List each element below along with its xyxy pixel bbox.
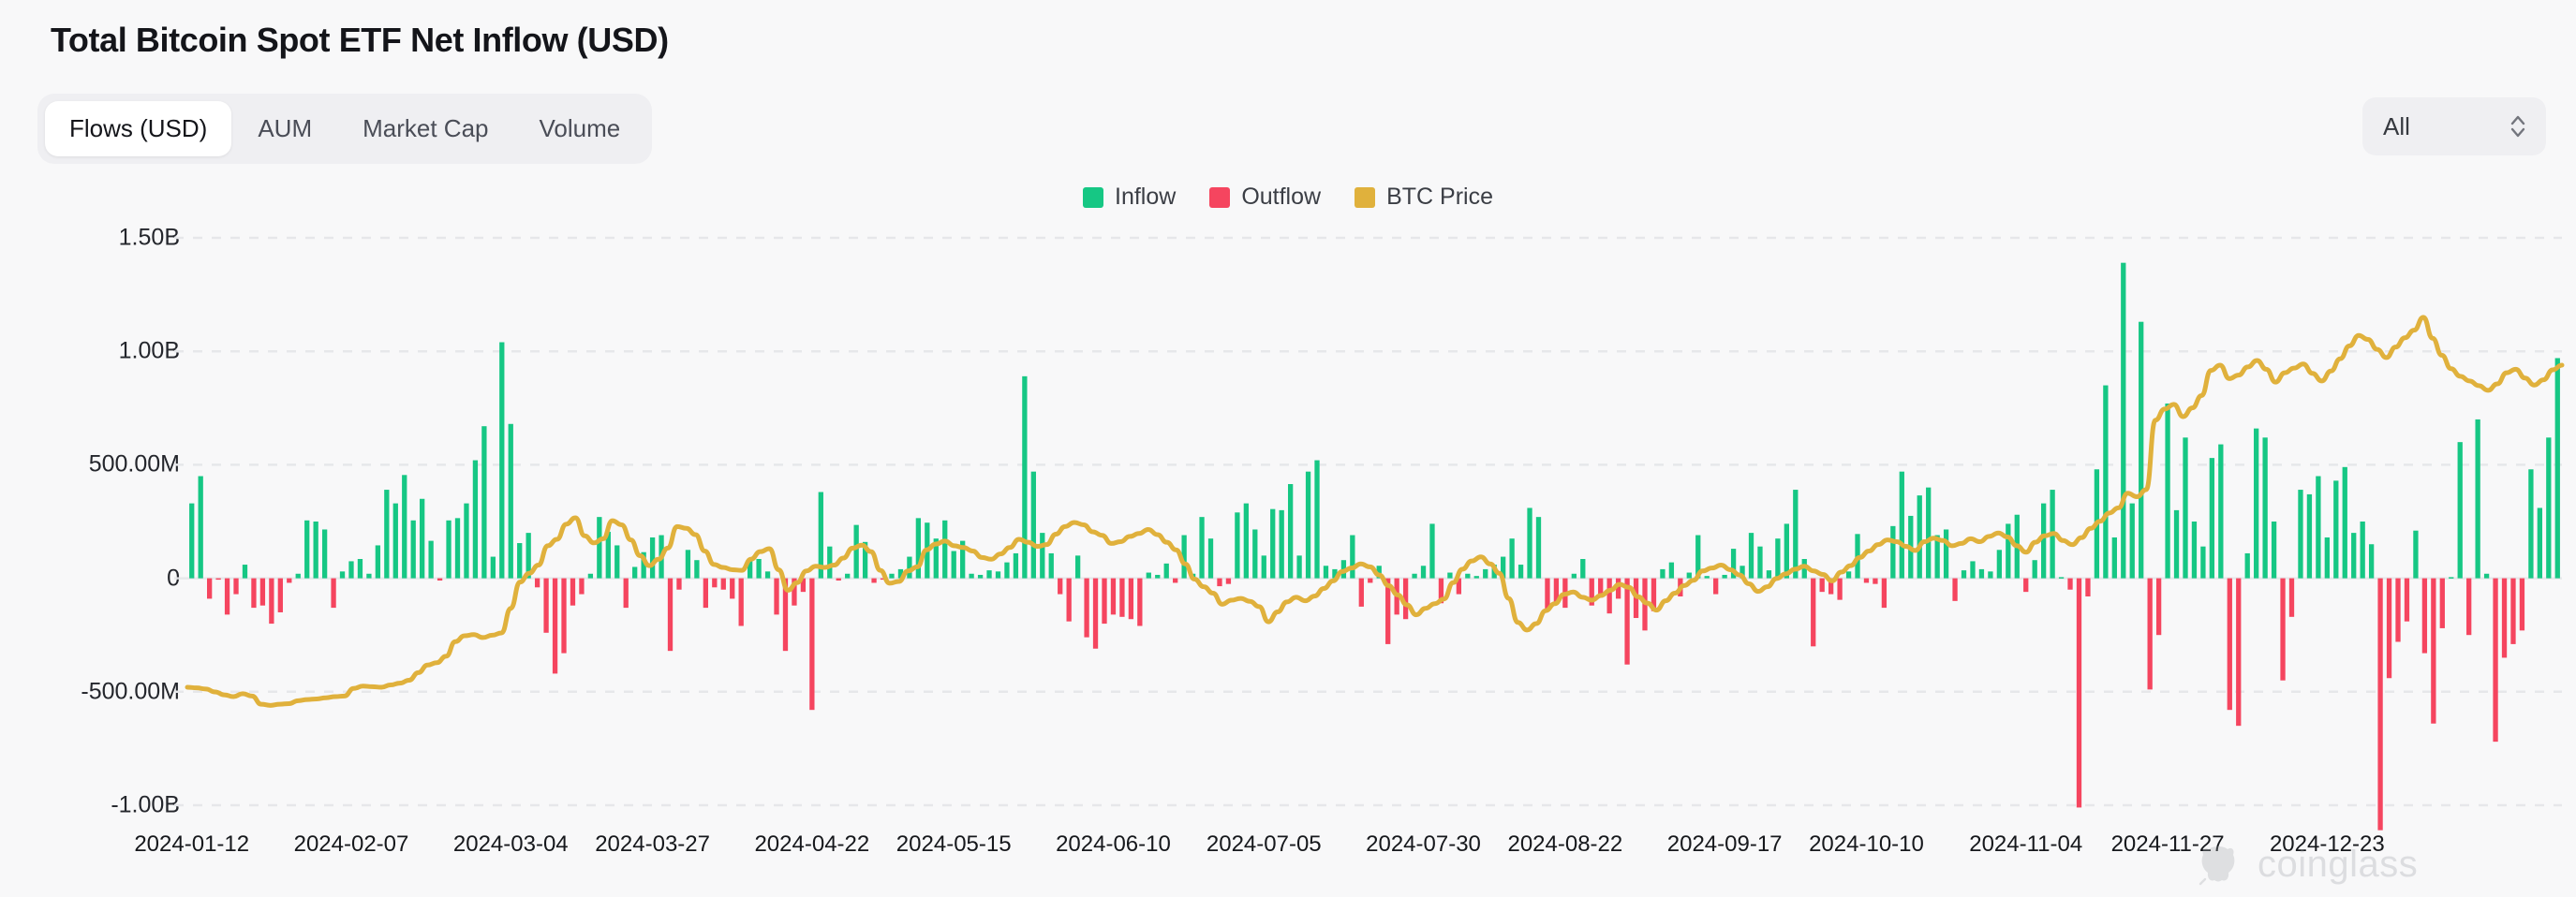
tab-volume[interactable]: Volume	[515, 101, 645, 156]
x-axis-tick-label: 2024-12-23	[2270, 831, 2385, 858]
x-axis-tick-label: 2024-11-27	[2111, 831, 2225, 858]
legend-item-outflow[interactable]: Outflow	[1209, 184, 1321, 211]
x-axis-tick-label: 2024-08-22	[1507, 831, 1622, 858]
btc-price-swatch-icon	[1355, 187, 1375, 208]
legend-label-btc-price: BTC Price	[1386, 184, 1493, 211]
legend-item-btc-price[interactable]: BTC Price	[1355, 184, 1493, 211]
x-axis-tick-label: 2024-07-30	[1366, 831, 1481, 858]
tab-flows-usd[interactable]: Flows (USD)	[45, 101, 231, 156]
tab-aum[interactable]: AUM	[233, 101, 336, 156]
x-axis-tick-label: 2024-05-15	[896, 831, 1012, 858]
x-axis-tick-label: 2024-07-05	[1207, 831, 1322, 858]
legend-item-inflow[interactable]: Inflow	[1083, 184, 1176, 211]
x-axis-tick-label: 2024-03-04	[453, 831, 569, 858]
x-axis-tick-label: 2024-09-17	[1667, 831, 1783, 858]
chart-legend: Inflow Outflow BTC Price	[0, 184, 2576, 211]
page-title: Total Bitcoin Spot ETF Net Inflow (USD)	[51, 21, 669, 60]
x-axis-tick-label: 2024-02-07	[294, 831, 409, 858]
x-axis-labels: 2024-01-122024-02-072024-03-042024-03-27…	[187, 831, 2557, 878]
x-axis-tick-label: 2024-11-04	[1969, 831, 2082, 858]
time-range-value: All	[2383, 112, 2410, 141]
etf-flows-chart-page: Total Bitcoin Spot ETF Net Inflow (USD) …	[0, 0, 2576, 897]
x-axis-tick-label: 2024-06-10	[1056, 831, 1171, 858]
x-axis-tick-label: 2024-03-27	[595, 831, 710, 858]
chevron-up-down-icon	[2509, 112, 2527, 140]
chart-plot-area: 1.50B1.00B500.00M0-500.00M-1.00B 2024-01…	[0, 225, 2576, 897]
x-axis-tick-label: 2024-04-22	[754, 831, 869, 858]
legend-label-inflow: Inflow	[1115, 184, 1176, 211]
tab-market-cap[interactable]: Market Cap	[338, 101, 512, 156]
legend-label-outflow: Outflow	[1241, 184, 1321, 211]
outflow-swatch-icon	[1209, 187, 1230, 208]
inflow-swatch-icon	[1083, 187, 1103, 208]
time-range-select[interactable]: All	[2362, 97, 2546, 155]
x-axis-tick-label: 2024-01-12	[134, 831, 249, 858]
x-axis-tick-label: 2024-10-10	[1809, 831, 1924, 858]
chart-canvas[interactable]	[0, 225, 2576, 833]
chart-tab-bar: Flows (USD) AUM Market Cap Volume	[37, 94, 652, 164]
